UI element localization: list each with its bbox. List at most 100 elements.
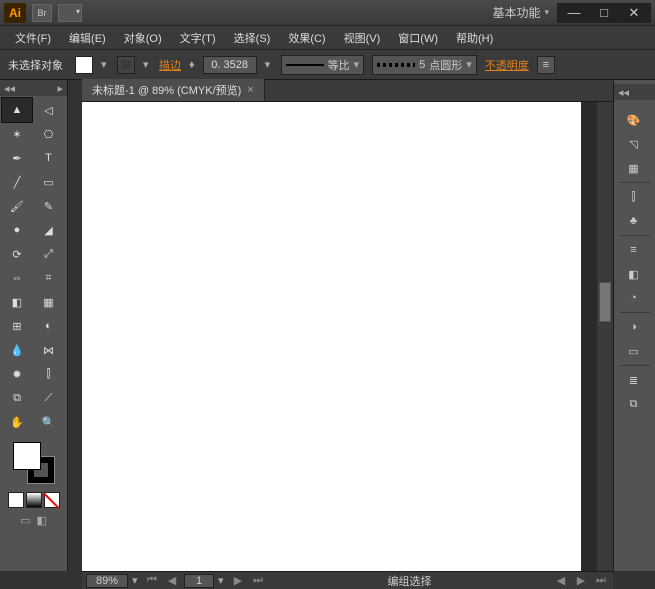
status-bar: 89% ▾ ⏮ ◀ 1 ▾ ▶ ⏭ 编组选择 ◀ ▶ ⏭ [82,571,613,589]
variable-width-profile[interactable]: 等比▾ [281,55,365,75]
stroke-panel-link[interactable]: 描边 [159,57,181,73]
scrollbar-thumb[interactable] [599,282,611,322]
gradient-panel-icon[interactable]: ◧ [620,262,648,286]
screen-mode-switch-icon[interactable]: ◧ [37,514,47,527]
stroke-weight-dropdown-icon[interactable]: ▾ [265,58,273,71]
fill-color-icon[interactable] [13,442,41,470]
canvas[interactable] [82,102,581,571]
hscroll-left-button[interactable]: ◀ [553,574,569,588]
rotate-tool[interactable]: ⟳ [2,242,32,266]
line-preview-icon [286,64,324,66]
color-guide-panel-icon[interactable]: ◹ [620,132,648,156]
control-bar: 未选择对象 ▾ ▾ 描边 ♦ 0. 3528▾ 等比▾ 5点圆形▾ 不透明度 ≡ [0,50,655,80]
tools-collapse-bar[interactable]: ◂◂▸ [0,80,67,96]
tab-close-icon[interactable]: × [247,84,253,96]
free-transform-tool[interactable]: ⌗ [34,266,64,290]
hscroll-end-button[interactable]: ⏭ [593,574,609,588]
eraser-tool[interactable]: ◢ [34,218,64,242]
maximize-button[interactable]: □ [589,3,619,23]
menu-effect[interactable]: 效果(C) [279,27,334,49]
hand-tool[interactable]: ✋ [2,410,32,434]
stroke-weight-input[interactable]: 0. 3528 [203,56,257,74]
document-tab[interactable]: 未标题-1 @ 89% (CMYK/预览) × [82,79,265,101]
selection-tool[interactable]: ▲ [2,98,32,122]
last-artboard-button[interactable]: ⏭ [250,574,266,588]
fill-swatch[interactable] [75,56,93,74]
type-tool[interactable]: T [34,146,64,170]
swatches-panel-icon[interactable]: ▦ [620,156,648,180]
blob-brush-tool[interactable]: ● [2,218,32,242]
minimize-button[interactable]: — [559,3,589,23]
transparency-panel-icon[interactable]: ◔ [620,286,648,310]
menu-type[interactable]: 文字(T) [171,27,225,49]
appearance-panel-icon[interactable]: ◑ [620,315,648,339]
prev-artboard-button[interactable]: ◀ [164,574,180,588]
artboard-dropdown-icon[interactable]: ▾ [218,574,226,587]
first-artboard-button[interactable]: ⏮ [144,574,160,588]
stroke-dropdown-icon[interactable]: ▾ [143,58,151,71]
color-mode-gradient-icon[interactable] [26,492,42,508]
zoom-dropdown-icon[interactable]: ▾ [132,574,140,587]
eyedropper-tool[interactable]: 💧 [2,338,32,362]
collapse-right-icon: ▸ [57,82,63,95]
hscroll-right-button[interactable]: ▶ [573,574,589,588]
screen-mode-normal-icon[interactable]: ▭ [20,514,30,527]
zoom-level-input[interactable]: 89% [86,574,128,588]
menu-file[interactable]: 文件(F) [6,27,60,49]
workspace-switcher[interactable]: 基本功能 [492,4,549,21]
direct-selection-tool[interactable]: ◁ [34,98,64,122]
mesh-tool[interactable]: ⊞ [2,314,32,338]
menu-object[interactable]: 对象(O) [115,27,171,49]
rectangle-tool[interactable]: ▭ [34,170,64,194]
line-segment-tool[interactable]: ╱ [2,170,32,194]
vertical-scrollbar[interactable] [597,102,613,571]
next-artboard-button[interactable]: ▶ [230,574,246,588]
width-tool[interactable]: ⇔ [2,266,32,290]
symbol-sprayer-tool[interactable]: ✹ [2,362,32,386]
tools-panel: ◂◂▸ ▲◁✶⎔✒T╱▭🖌✎●◢⟳⤢⇔⌗◧▦⊞◐💧⋈✹⫿⧉⟋✋🔍 ▭ ◧ [0,80,68,571]
fill-dropdown-icon[interactable]: ▾ [101,58,109,71]
scale-tool[interactable]: ⤢ [34,242,64,266]
artboards-panel-icon[interactable]: ⧉ [620,392,648,416]
opacity-panel-link[interactable]: 不透明度 [485,57,529,73]
dock-collapse-bar[interactable]: ◂◂ [614,84,655,100]
shape-builder-tool[interactable]: ◧ [2,290,32,314]
zoom-tool[interactable]: 🔍 [34,410,64,434]
column-graph-tool[interactable]: ⫿ [34,362,64,386]
brush-definition[interactable]: 5点圆形▾ [372,55,477,75]
arrange-documents-dropdown[interactable] [58,4,82,22]
layers-panel-icon[interactable]: ≣ [620,368,648,392]
stroke-panel-icon[interactable]: ≡ [620,238,648,262]
color-panel-icon[interactable]: 🎨 [620,108,648,132]
symbols-panel-icon[interactable]: ♣ [620,209,648,233]
stroke-weight-stepper-icon[interactable]: ♦ [189,59,195,71]
gradient-tool[interactable]: ◐ [34,314,64,338]
control-overflow-button[interactable]: ≡ [537,56,555,74]
pen-tool[interactable]: ✒ [2,146,32,170]
color-mode-none-icon[interactable] [44,492,60,508]
status-context-label: 编组选择 [270,573,549,589]
pencil-tool[interactable]: ✎ [34,194,64,218]
bridge-icon[interactable]: Br [32,4,52,22]
menu-view[interactable]: 视图(V) [335,27,390,49]
brushes-panel-icon[interactable]: ⫿ [620,185,648,209]
paintbrush-tool[interactable]: 🖌 [2,194,32,218]
color-mode-color-icon[interactable] [8,492,24,508]
menu-select[interactable]: 选择(S) [225,27,280,49]
perspective-grid-tool[interactable]: ▦ [34,290,64,314]
slice-tool[interactable]: ⟋ [34,386,64,410]
title-bar: Ai Br 基本功能 — □ ✕ [0,0,655,26]
graphic-styles-panel-icon[interactable]: ▭ [620,339,648,363]
magic-wand-tool[interactable]: ✶ [2,122,32,146]
artboard-tool[interactable]: ⧉ [2,386,32,410]
lasso-tool[interactable]: ⎔ [34,122,64,146]
menu-edit[interactable]: 编辑(E) [60,27,115,49]
blend-tool[interactable]: ⋈ [34,338,64,362]
menu-window[interactable]: 窗口(W) [389,27,447,49]
document-tab-title: 未标题-1 @ 89% (CMYK/预览) [92,82,241,98]
close-button[interactable]: ✕ [619,3,649,23]
stroke-swatch[interactable] [117,56,135,74]
menu-help[interactable]: 帮助(H) [447,27,502,49]
artboard-number-input[interactable]: 1 [184,574,214,588]
fill-stroke-control[interactable] [13,442,55,484]
